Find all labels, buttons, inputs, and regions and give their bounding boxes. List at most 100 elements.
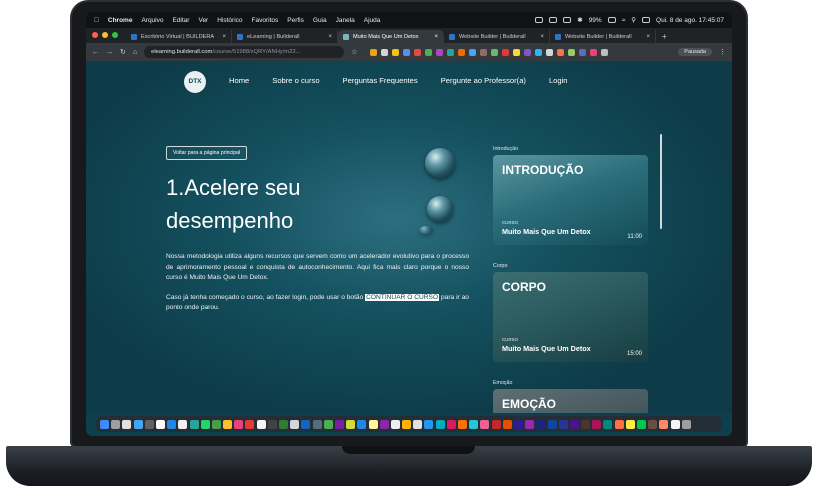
browser-tab[interactable]: Website Builder | Builderall ×	[444, 30, 550, 43]
app-icon[interactable]	[558, 419, 568, 429]
app-icon[interactable]	[659, 419, 669, 429]
app-icon[interactable]	[513, 419, 523, 429]
app-icon[interactable]	[625, 419, 635, 429]
app-icon[interactable]	[133, 419, 143, 429]
app-icon[interactable]	[301, 419, 311, 429]
browser-tab[interactable]: Escritório Virtual | BUILDERA ×	[126, 30, 232, 43]
menu-historico[interactable]: Histórico	[217, 17, 242, 24]
app-icon[interactable]	[581, 419, 591, 429]
app-icon[interactable]	[167, 419, 177, 429]
home-icon[interactable]: ⌂	[133, 49, 137, 56]
forward-arrow-icon[interactable]: →	[106, 49, 113, 56]
app-icon[interactable]	[536, 419, 546, 429]
module-card-introducao[interactable]: INTRODUÇÃO CURSO Muito Mais Que Um Detox…	[493, 155, 648, 245]
app-icon[interactable]	[189, 419, 199, 429]
extension-icon[interactable]	[436, 48, 444, 56]
menu-janela[interactable]: Janela	[336, 17, 355, 24]
app-icon[interactable]	[502, 419, 512, 429]
extension-icon[interactable]	[403, 48, 411, 56]
apple-icon[interactable]: 	[94, 17, 99, 24]
menu-ajuda[interactable]: Ajuda	[364, 17, 381, 24]
app-icon[interactable]	[234, 419, 244, 429]
search-icon[interactable]: ⚲	[631, 16, 636, 24]
extension-icon[interactable]	[381, 48, 389, 56]
url-field[interactable]: elearning.builderall.com /course/51988/x…	[144, 46, 345, 58]
app-icon[interactable]	[480, 419, 490, 429]
extension-icon[interactable]	[546, 48, 554, 56]
close-window-button[interactable]	[92, 32, 98, 38]
app-icon[interactable]	[357, 419, 367, 429]
status-icon[interactable]	[563, 17, 572, 23]
browser-tab[interactable]: Website Builder | Builderall ×	[550, 30, 656, 43]
extension-icon[interactable]	[491, 48, 499, 56]
app-icon[interactable]	[312, 419, 322, 429]
menubar-app[interactable]: Chrome	[108, 17, 133, 24]
bluetooth-icon[interactable]: ✱	[577, 16, 582, 24]
app-icon[interactable]	[279, 419, 288, 429]
app-icon[interactable]	[469, 419, 479, 429]
app-icon[interactable]	[402, 419, 412, 429]
app-icon[interactable]	[111, 419, 121, 429]
reload-icon[interactable]: ↻	[120, 48, 126, 56]
profile-button[interactable]: Pausada	[678, 48, 712, 56]
extension-icon[interactable]	[568, 48, 576, 56]
zoom-window-button[interactable]	[112, 32, 118, 38]
app-icon[interactable]	[334, 419, 344, 429]
app-icon[interactable]	[323, 419, 333, 429]
menu-arquivo[interactable]: Arquivo	[141, 17, 163, 24]
nav-login[interactable]: Login	[549, 76, 568, 85]
app-icon[interactable]	[491, 419, 501, 429]
app-icon[interactable]	[346, 419, 356, 429]
app-icon[interactable]	[155, 419, 165, 429]
app-icon[interactable]	[424, 419, 434, 429]
extension-icon[interactable]	[414, 48, 422, 56]
menu-ver[interactable]: Ver	[198, 17, 208, 24]
minimize-window-button[interactable]	[102, 32, 108, 38]
app-icon[interactable]	[144, 419, 154, 429]
nav-sobre[interactable]: Sobre o curso	[272, 76, 319, 85]
app-icon[interactable]	[670, 419, 680, 429]
app-icon[interactable]	[223, 419, 233, 429]
extension-icon[interactable]	[425, 48, 433, 56]
extension-icon[interactable]	[469, 48, 477, 56]
app-icon[interactable]	[648, 419, 658, 429]
menu-favoritos[interactable]: Favoritos	[252, 17, 279, 24]
site-logo[interactable]: DTX	[184, 71, 206, 93]
app-icon[interactable]	[211, 419, 221, 429]
app-icon[interactable]	[122, 419, 132, 429]
menu-editar[interactable]: Editar	[172, 17, 189, 24]
menubar-datetime[interactable]: Qui. 8 de ago. 17:45:07	[656, 17, 724, 24]
app-icon[interactable]	[290, 419, 300, 429]
browser-menu-icon[interactable]: ⋮	[719, 48, 726, 56]
app-icon[interactable]	[603, 419, 613, 429]
close-tab-icon[interactable]: ×	[540, 34, 544, 40]
back-to-main-button[interactable]: Voltar para a página principal	[166, 146, 248, 160]
close-tab-icon[interactable]: ×	[328, 34, 332, 40]
new-tab-button[interactable]: +	[662, 32, 667, 41]
app-icon[interactable]	[592, 419, 602, 429]
app-icon[interactable]	[413, 419, 423, 429]
extension-icon[interactable]	[392, 48, 400, 56]
app-icon[interactable]	[178, 419, 188, 429]
extension-icon[interactable]	[535, 48, 543, 56]
control-center-icon[interactable]	[642, 17, 651, 23]
battery-icon[interactable]	[607, 17, 616, 23]
menu-guia[interactable]: Guia	[313, 17, 327, 24]
puzzle-extensions-icon[interactable]	[601, 48, 609, 56]
extension-icon[interactable]	[370, 48, 378, 56]
extension-icon[interactable]	[557, 48, 565, 56]
close-tab-icon[interactable]: ×	[434, 34, 438, 40]
app-icon[interactable]	[256, 419, 266, 429]
nav-perguntas[interactable]: Perguntas Frequentes	[343, 76, 418, 85]
wifi-icon[interactable]: ≈	[622, 17, 626, 24]
app-icon[interactable]	[245, 419, 255, 429]
extension-icon[interactable]	[513, 48, 521, 56]
close-tab-icon[interactable]: ×	[646, 34, 650, 40]
nav-home[interactable]: Home	[229, 76, 249, 85]
app-icon[interactable]	[614, 419, 624, 429]
module-card-corpo[interactable]: CORPO CURSO Muito Mais Que Um Detox 15:0…	[493, 272, 648, 362]
extension-icon[interactable]	[447, 48, 455, 56]
app-icon[interactable]	[637, 419, 646, 429]
finder-icon[interactable]	[100, 419, 109, 429]
extension-icon[interactable]	[480, 48, 488, 56]
